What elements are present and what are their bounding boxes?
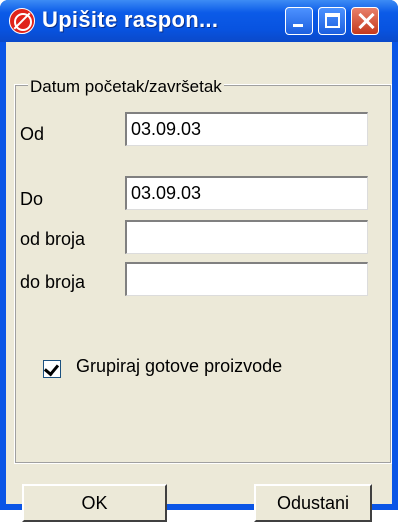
od-label: Od <box>20 124 45 144</box>
group-products-label[interactable]: Grupiraj gotove proizvode <box>76 356 282 377</box>
minimize-button[interactable] <box>285 7 313 35</box>
group-label: Datum početak/završetak <box>28 77 224 97</box>
maximize-icon <box>325 13 340 28</box>
checkmark-icon <box>43 360 60 377</box>
ok-button[interactable]: OK <box>22 484 167 522</box>
do-label: Do <box>20 189 44 209</box>
od-broja-field[interactable] <box>125 220 368 254</box>
dialog-window: Upišite raspon... Datum početak/završeta… <box>0 0 398 522</box>
no-entry-icon <box>9 8 35 34</box>
group-products-checkbox[interactable] <box>43 360 61 378</box>
do-broja-label: do broja <box>20 272 86 292</box>
title-bar[interactable]: Upišite raspon... <box>0 0 398 42</box>
window-title: Upišite raspon... <box>42 7 219 32</box>
close-icon <box>356 11 376 31</box>
cancel-button[interactable]: Odustani <box>254 484 372 522</box>
do-broja-field[interactable] <box>125 262 368 296</box>
do-date-field[interactable] <box>125 176 368 210</box>
minimize-icon <box>293 24 303 27</box>
od-date-field[interactable] <box>125 112 368 146</box>
close-button[interactable] <box>351 7 379 35</box>
dialog-client-area: Datum početak/završetak Od Do od broja d… <box>6 42 392 522</box>
maximize-button[interactable] <box>318 7 346 35</box>
od-broja-label: od broja <box>20 229 86 249</box>
